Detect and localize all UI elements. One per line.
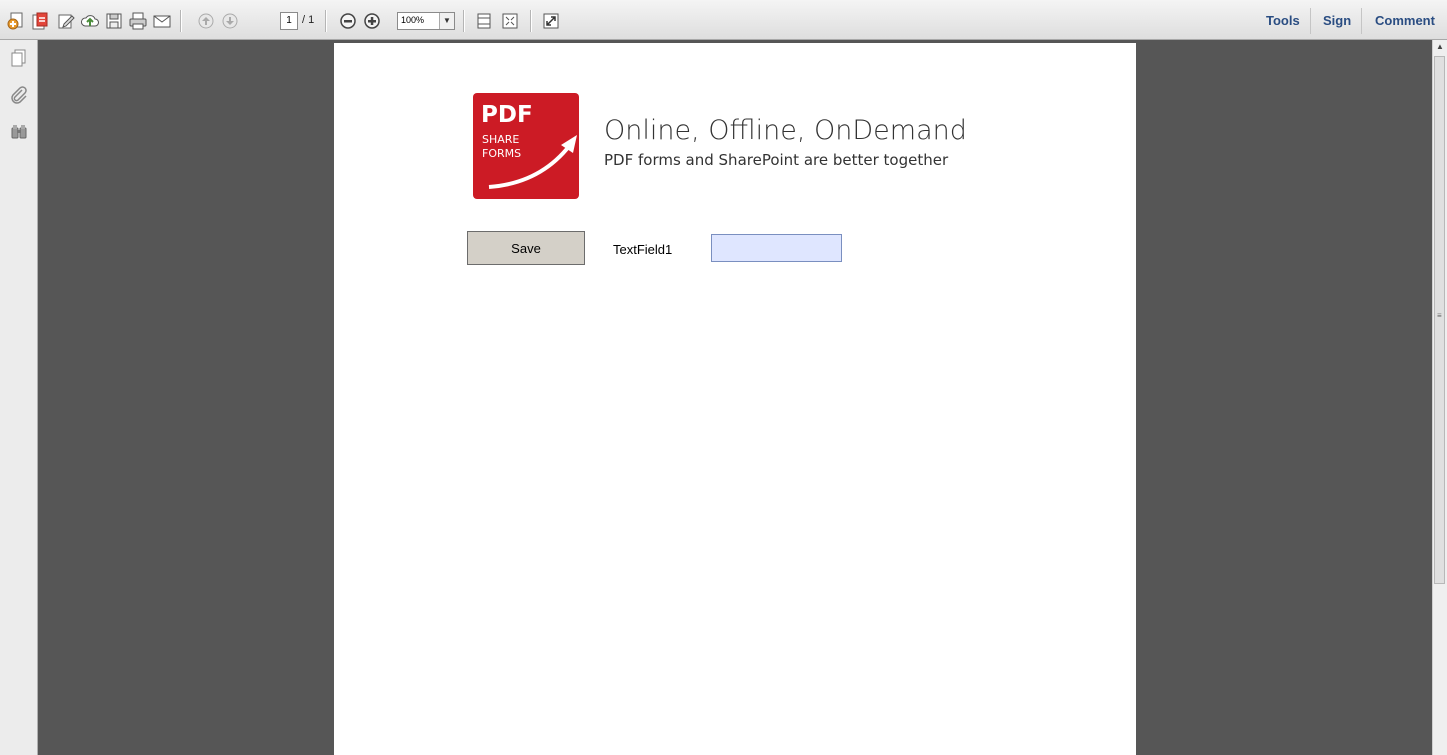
tools-link[interactable]: Tools [1266,13,1300,28]
grip-icon: ≡ [1437,311,1442,320]
comment-link[interactable]: Comment [1375,13,1435,28]
email-icon[interactable] [152,11,172,31]
document-subline: PDF forms and SharePoint are better toge… [604,151,949,169]
pdf-share-forms-logo: PDF SHARE FORMS [473,93,579,199]
page-number-input[interactable]: 1 [280,12,298,30]
textfield1-label: TextField1 [613,242,673,257]
page-total: / 1 [302,14,315,26]
upload-cloud-icon[interactable] [80,11,100,31]
zoom-in-icon[interactable] [362,11,382,31]
search-binoculars-icon[interactable] [9,122,29,142]
edit-icon[interactable] [56,11,76,31]
logo-text-share: SHARE [482,133,520,146]
full-screen-icon[interactable] [541,11,561,31]
scroll-up-arrow-icon[interactable]: ▲ [1436,42,1444,51]
create-pdf-icon[interactable] [6,11,26,31]
vertical-scrollbar[interactable]: ▲ ≡ [1432,40,1447,755]
zoom-value: 100% [401,15,425,25]
fit-page-icon[interactable] [500,11,520,31]
zoom-select[interactable]: 100% ▼ [397,12,455,30]
next-page-icon[interactable] [220,11,240,31]
fit-width-icon[interactable] [474,11,494,31]
print-icon[interactable] [128,11,148,31]
pages-panel-icon[interactable] [9,48,29,68]
previous-page-icon[interactable] [196,11,216,31]
textfield1-input[interactable] [711,234,842,262]
navigation-panel [0,40,38,755]
save-button[interactable]: Save [467,231,585,265]
zoom-out-icon[interactable] [338,11,358,31]
scrollbar-thumb[interactable]: ≡ [1434,56,1445,584]
document-page: PDF SHARE FORMS Online, Offline, OnDeman… [334,43,1136,755]
attachments-icon[interactable] [9,86,29,106]
toolbar: 1 / 1 100% ▼ Tools Sign Comment [0,0,1447,40]
open-pdf-icon[interactable] [30,11,50,31]
logo-text-forms: FORMS [482,147,522,160]
document-headline: Online, Offline, OnDemand [604,115,967,146]
logo-text-pdf: PDF [481,102,533,128]
chevron-down-icon[interactable]: ▼ [439,13,454,29]
sign-link[interactable]: Sign [1323,13,1351,28]
save-icon[interactable] [104,11,124,31]
